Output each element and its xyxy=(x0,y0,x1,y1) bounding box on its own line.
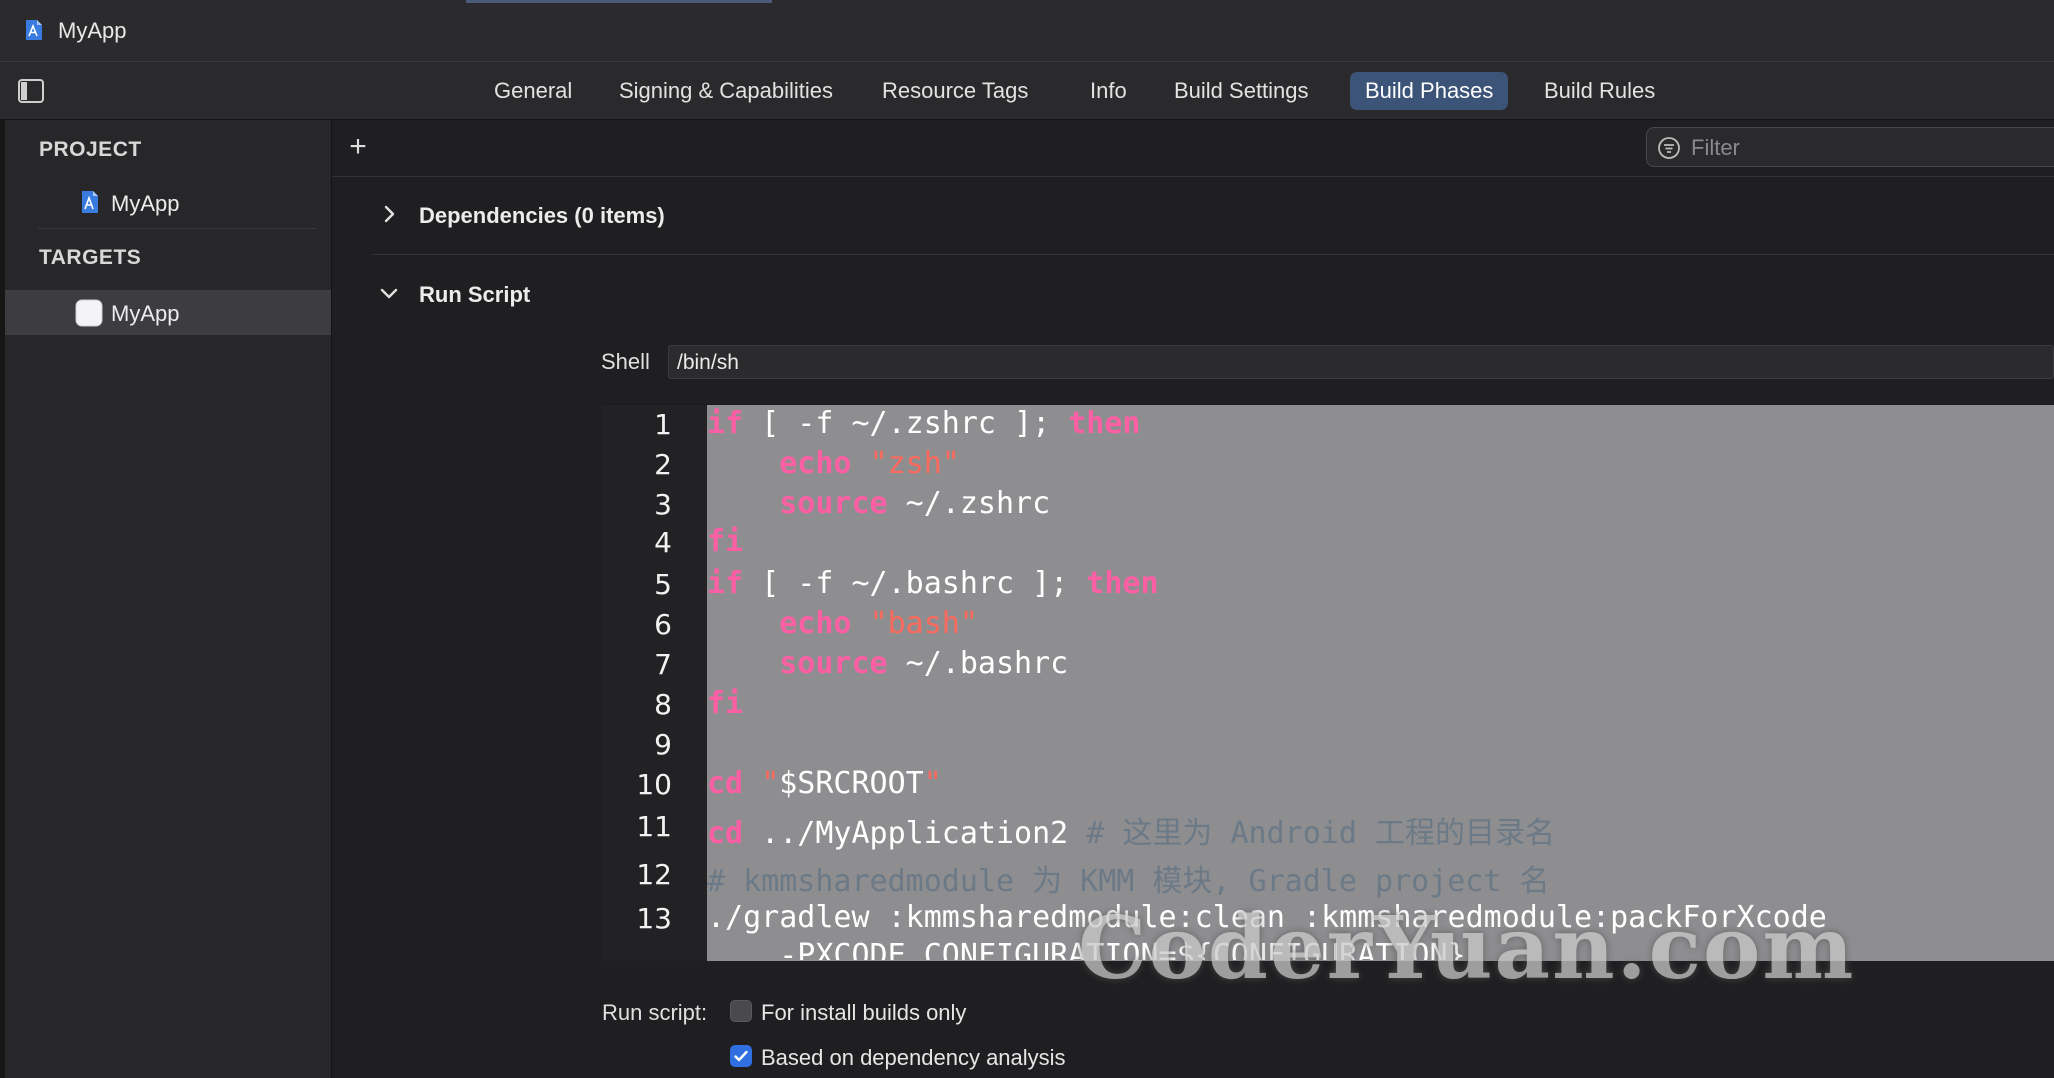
code-line: if [ -f ~/.zshrc ]; then xyxy=(707,406,1140,441)
code-token: [ -f ~/.bashrc ]; xyxy=(743,566,1087,601)
line-number: 3 xyxy=(654,488,672,521)
code-line: fi xyxy=(707,524,743,559)
line-number: 2 xyxy=(654,448,672,481)
code-line: if [ -f ~/.bashrc ]; then xyxy=(707,566,1159,601)
line-number: 1 xyxy=(654,408,672,441)
code-line: cd ../MyApplication2 # 这里为 Android 工程的目录… xyxy=(707,808,1555,852)
code-token: " xyxy=(923,766,942,801)
code-token: $SRCROOT xyxy=(779,766,924,801)
line-number: 12 xyxy=(636,858,672,891)
code-token: fi xyxy=(707,686,744,721)
code-token: then xyxy=(1086,566,1159,601)
code-token: "bash" xyxy=(869,606,978,641)
watermark-text: CoderYuan.com xyxy=(1078,898,1856,999)
code-lines: 1 if [ -f ~/.zshrc ]; then 2 echo "zsh" 3 s… xyxy=(0,0,2054,960)
code-line: echo "bash" xyxy=(707,606,978,641)
code-token: source xyxy=(779,646,888,681)
code-token: ~/.zshrc xyxy=(887,486,1051,521)
dependency-analysis-label[interactable]: Based on dependency analysis xyxy=(761,1045,1066,1071)
code-token: [ -f ~/.zshrc ]; xyxy=(743,406,1069,441)
code-token: echo xyxy=(779,606,852,641)
code-token: then xyxy=(1068,406,1141,441)
code-token: # 这里为 Android 工程的目录名 xyxy=(1086,816,1555,851)
code-token: fi xyxy=(707,524,744,559)
checkmark-icon xyxy=(734,1050,748,1062)
code-token: if xyxy=(707,406,744,441)
code-token: source xyxy=(779,486,888,521)
code-line: cd "$SRCROOT" xyxy=(707,766,942,801)
code-line: echo "zsh" xyxy=(707,446,960,481)
code-line: # kmmsharedmodule 为 KMM 模块, Gradle proje… xyxy=(707,856,1549,900)
code-token: if xyxy=(707,566,744,601)
line-number: 10 xyxy=(636,768,672,801)
line-number: 8 xyxy=(654,688,672,721)
code-token: # kmmsharedmodule 为 KMM 模块, Gradle proje… xyxy=(707,864,1550,899)
code-token: " xyxy=(761,766,780,801)
code-line: source ~/.bashrc xyxy=(707,646,1068,681)
code-line: source ~/.zshrc xyxy=(707,486,1050,521)
install-builds-only-label[interactable]: For install builds only xyxy=(761,1000,966,1026)
code-token: ~/.bashrc xyxy=(887,646,1069,681)
install-builds-only-checkbox[interactable] xyxy=(730,1000,752,1022)
line-number: 7 xyxy=(654,648,672,681)
run-script-options-label: Run script: xyxy=(602,1000,708,1025)
code-token: cd xyxy=(707,766,744,801)
code-token: "zsh" xyxy=(869,446,960,481)
code-line: fi xyxy=(707,686,743,721)
code-token: ../MyApplication2 xyxy=(743,816,1087,851)
line-number: 5 xyxy=(654,568,672,601)
line-number: 9 xyxy=(654,728,672,761)
code-token: echo xyxy=(779,446,852,481)
line-number: 4 xyxy=(654,526,672,559)
line-number: 11 xyxy=(636,810,672,843)
line-number: 6 xyxy=(654,608,672,641)
line-number: 13 xyxy=(636,902,672,935)
code-token: cd xyxy=(707,816,744,851)
dependency-analysis-checkbox[interactable] xyxy=(730,1045,752,1067)
